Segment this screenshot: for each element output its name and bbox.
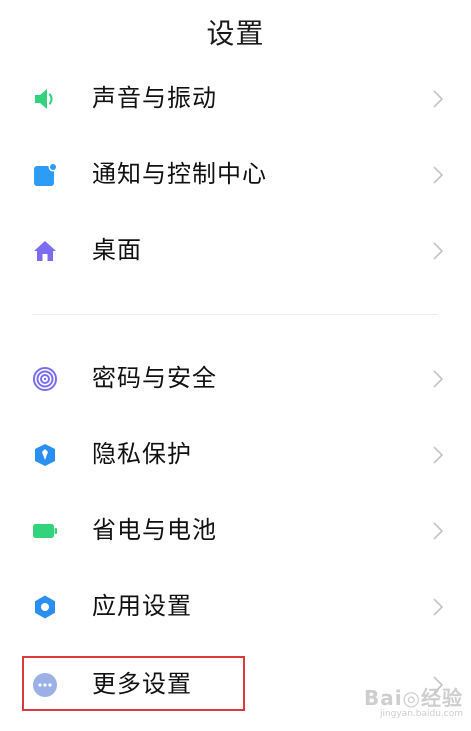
settings-item-label: 省电与电池 — [92, 516, 217, 544]
settings-item-battery[interactable]: 省电与电池 — [0, 500, 471, 560]
watermark-logo: Bai◎经验 — [363, 686, 463, 710]
settings-item-password-security[interactable]: 密码与安全 — [0, 348, 471, 408]
chevron-right-icon — [433, 522, 444, 540]
settings-item-label: 隐私保护 — [92, 440, 192, 468]
settings-item-privacy[interactable]: 隐私保护 — [0, 424, 471, 484]
chevron-right-icon — [433, 446, 444, 464]
chevron-right-icon — [433, 90, 444, 108]
settings-item-label: 桌面 — [92, 236, 142, 264]
settings-item-label: 密码与安全 — [92, 364, 217, 392]
home-icon — [34, 241, 56, 261]
speaker-icon — [35, 89, 53, 109]
settings-item-label: 声音与振动 — [92, 84, 217, 112]
settings-item-label: 应用设置 — [92, 592, 192, 620]
fingerprint-icon — [33, 367, 57, 391]
watermark: Bai◎经验 jingyan.baidu.com — [364, 682, 463, 719]
settings-item-label: 通知与控制中心 — [92, 160, 267, 188]
settings-item-notifications[interactable]: 通知与控制中心 — [0, 144, 471, 204]
notification-icon — [34, 162, 58, 186]
battery-icon — [33, 524, 57, 538]
chevron-right-icon — [433, 242, 444, 260]
settings-item-sound[interactable]: 声音与振动 — [0, 68, 471, 128]
page-title: 设置 — [206, 17, 265, 50]
gear-icon — [35, 595, 55, 619]
highlight-box — [22, 656, 245, 711]
section-divider — [32, 314, 438, 315]
chevron-right-icon — [433, 598, 444, 616]
settings-item-app-settings[interactable]: 应用设置 — [0, 576, 471, 636]
chevron-right-icon — [433, 370, 444, 388]
settings-item-desktop[interactable]: 桌面 — [0, 220, 471, 280]
privacy-shield-icon — [35, 444, 55, 466]
chevron-right-icon — [433, 166, 444, 184]
